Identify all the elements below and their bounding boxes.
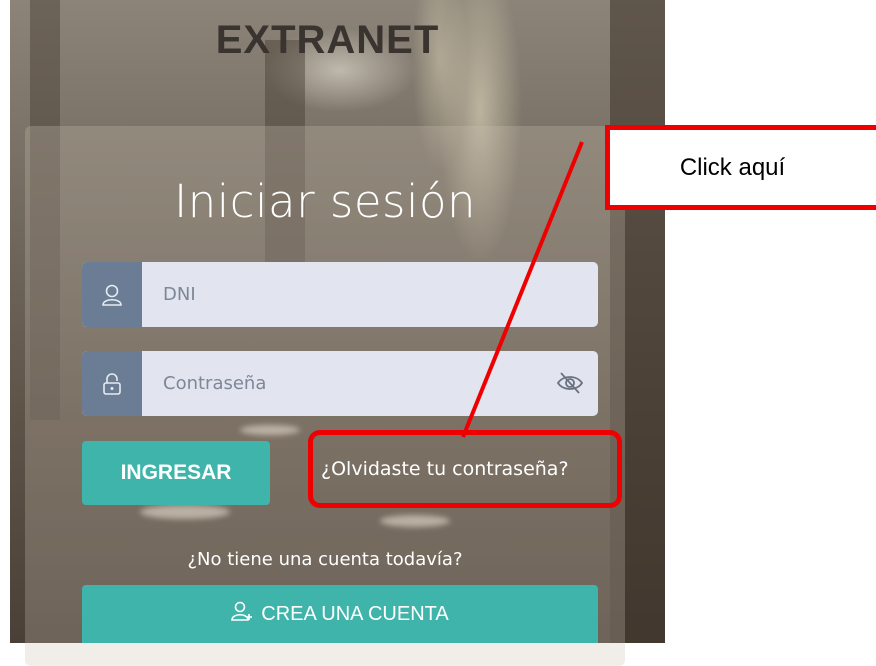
- annotation-callout: Click aquí: [605, 125, 876, 210]
- callout-text: Click aquí: [679, 153, 786, 181]
- annotation-line: [461, 141, 584, 438]
- annotation-arrow: [461, 141, 584, 438]
